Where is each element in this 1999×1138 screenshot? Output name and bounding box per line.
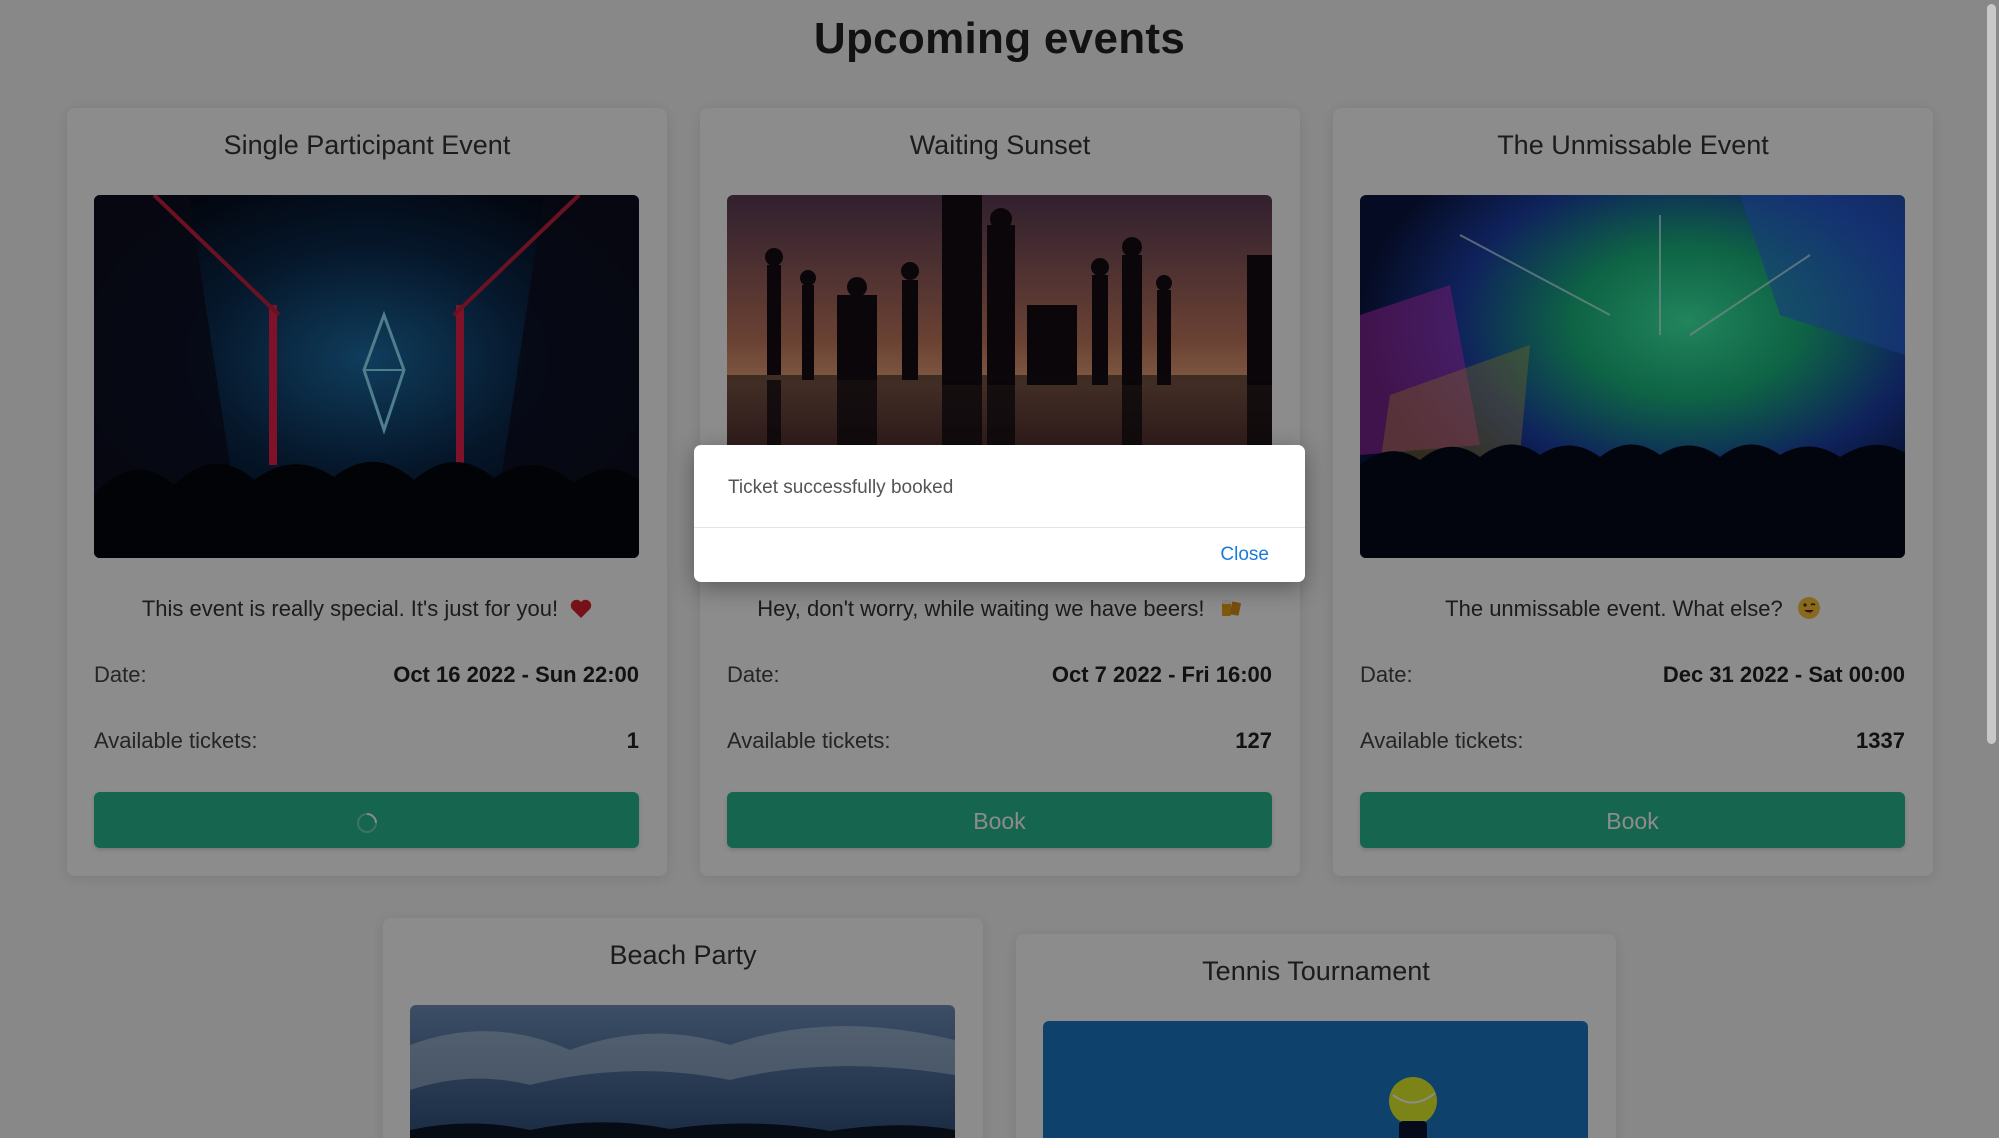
events-page: Upcoming events Single Participant Event xyxy=(0,0,1999,1138)
modal-divider xyxy=(694,527,1305,528)
close-button[interactable]: Close xyxy=(1220,544,1269,566)
page-scrollbar[interactable] xyxy=(1983,0,1999,1138)
booking-confirmation-modal: Ticket successfully booked Close xyxy=(694,445,1305,582)
modal-message: Ticket successfully booked xyxy=(728,477,954,498)
scrollbar-thumb[interactable] xyxy=(1987,4,1996,744)
